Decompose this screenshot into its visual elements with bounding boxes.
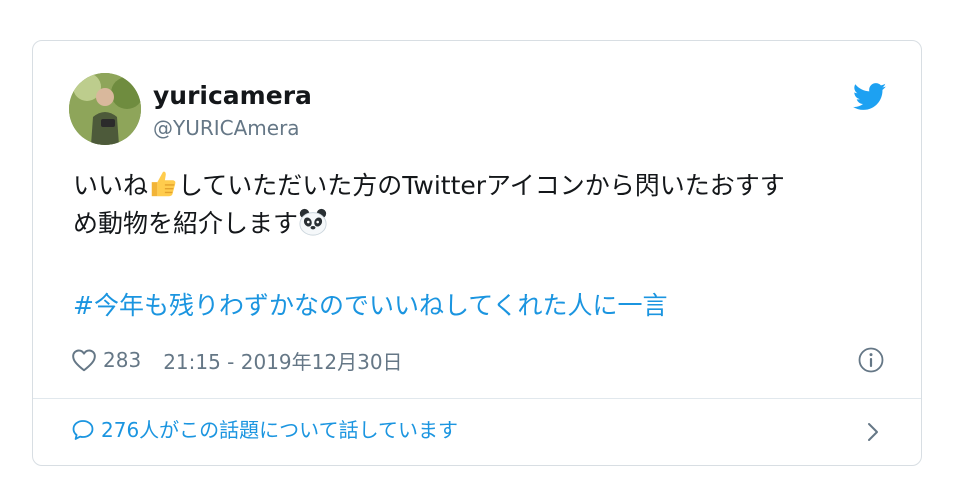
conversation-label[interactable]: 276人がこの話題について話しています bbox=[101, 415, 458, 445]
chevron-right-icon[interactable] bbox=[865, 421, 881, 443]
info-icon[interactable] bbox=[857, 346, 885, 374]
tweet-text-line2: め動物を紹介します bbox=[73, 209, 299, 238]
twitter-bird-icon[interactable] bbox=[853, 83, 887, 111]
tweet-text-part2: していただいた方のTwitterアイコンから閃いたおすす bbox=[178, 171, 785, 200]
tweet-card: yuricamera @YURICAmera いいね していただいた方のTwit… bbox=[32, 40, 922, 466]
heart-icon[interactable] bbox=[71, 348, 97, 372]
tweet-text-part1: いいね bbox=[73, 171, 149, 200]
speech-bubble-icon bbox=[72, 420, 94, 440]
user-handle[interactable]: @YURICAmera bbox=[153, 115, 300, 141]
divider bbox=[33, 398, 921, 399]
tweet-line-1: いいね していただいた方のTwitterアイコンから閃いたおすす bbox=[73, 167, 883, 205]
avatar-photo bbox=[69, 73, 141, 145]
user-avatar[interactable] bbox=[69, 73, 141, 145]
tweet-timestamp[interactable]: 21:15 - 2019年12月30日 bbox=[163, 346, 402, 375]
hashtag-link[interactable]: #今年も残りわずかなのでいいねしてくれた人に一言 bbox=[73, 289, 667, 323]
tweet-line-2: め動物を紹介します bbox=[73, 205, 883, 243]
panda-emoji bbox=[299, 208, 327, 236]
thumbs-up-emoji bbox=[151, 171, 176, 197]
user-display-name[interactable]: yuricamera bbox=[153, 81, 312, 111]
like-count[interactable]: 283 bbox=[103, 348, 141, 372]
tweet-meta: 283 21:15 - 2019年12月30日 bbox=[71, 345, 403, 375]
tweet-body: いいね していただいた方のTwitterアイコンから閃いたおすす め動物を紹介し… bbox=[73, 167, 883, 243]
conversation-link[interactable]: 276人がこの話題について話しています bbox=[71, 415, 458, 445]
